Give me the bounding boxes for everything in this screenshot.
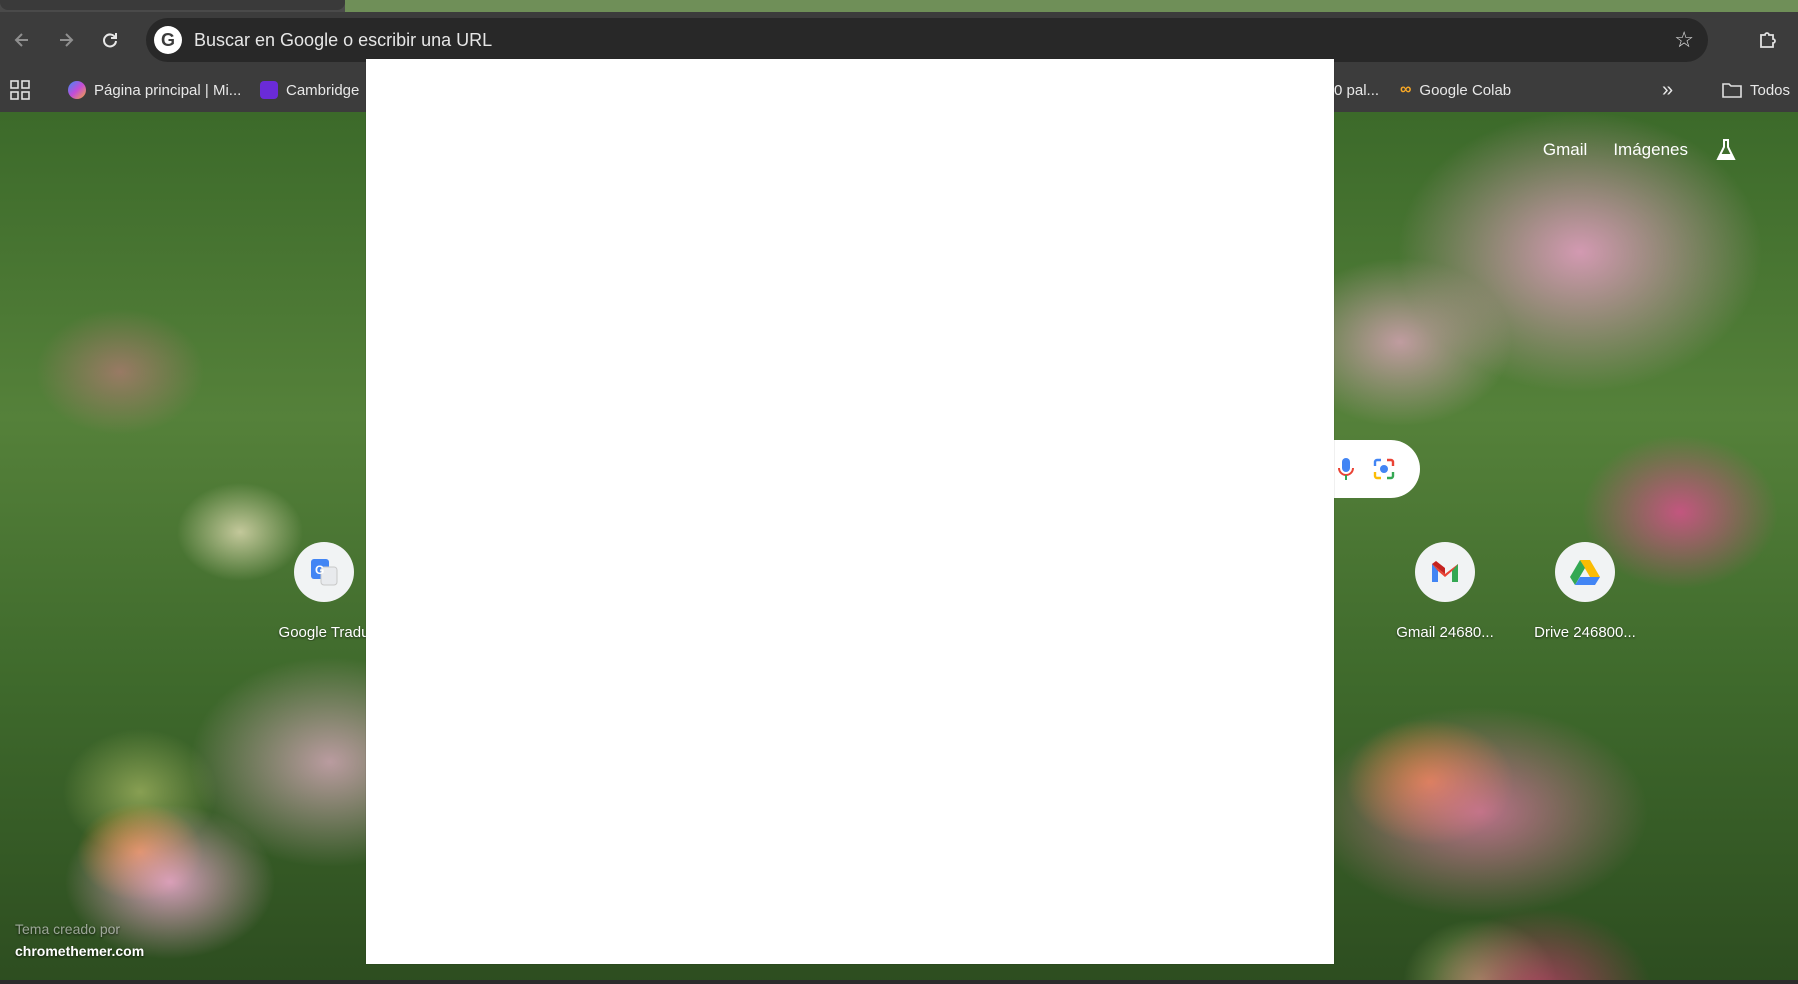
extensions-button[interactable] [1746,18,1790,62]
address-bar[interactable]: G Buscar en Google o escribir una URL ☆ [146,18,1708,62]
address-bar-placeholder[interactable]: Buscar en Google o escribir una URL [194,30,1674,51]
credit-line-1: Tema creado por [15,921,121,937]
shortcut-label: Google Tradu [278,624,370,641]
reload-button[interactable] [88,18,132,62]
shortcut-label: Gmail 24680... [1396,624,1494,641]
blank-overlay-panel [366,59,1334,964]
active-tab[interactable] [0,0,345,10]
theme-credit: Tema creado por chromethemer.com [15,918,144,962]
arrow-left-icon [14,33,28,47]
google-translate-icon: G [294,542,354,602]
shortcut-google-drive[interactable]: Drive 246800... [1529,542,1641,641]
tab-strip [0,0,1798,12]
folder-icon [1722,83,1742,98]
apps-grid-icon [10,80,30,100]
reload-icon [103,33,117,48]
gmail-icon [1415,542,1475,602]
bookmark-item[interactable]: Cambridge [260,68,359,112]
labs-flask-icon[interactable] [1714,138,1738,162]
window-bottom-edge [0,980,1798,984]
shortcut-label: Drive 246800... [1534,624,1636,641]
forward-button[interactable] [44,18,88,62]
shortcut-gmail[interactable]: Gmail 24680... [1389,542,1501,641]
bookmark-label: 0 pal... [1334,81,1380,99]
credit-link[interactable]: chromethemer.com [15,940,144,962]
colab-icon: ∞ [1400,81,1412,98]
google-top-links: Gmail Imágenes [1543,138,1738,162]
bookmark-star-icon[interactable]: ☆ [1674,27,1694,53]
cambridge-shield-icon [260,81,278,99]
bookmark-item[interactable]: 0 pal... [1334,68,1379,112]
all-bookmarks-label: Todos [1750,81,1791,99]
bookmark-item[interactable]: Página principal | Mi... [68,68,241,112]
arrow-right-icon [60,33,74,47]
google-lens-icon[interactable] [1372,457,1396,481]
bookmark-label: Cambridge [286,81,360,99]
shortcut-google-translate[interactable]: G Google Tradu [268,542,380,641]
microsoft-copilot-icon [68,81,86,99]
chevron-double-right-icon: » [1662,78,1674,101]
all-bookmarks-button[interactable]: Todos [1722,68,1790,112]
google-drive-icon [1555,542,1615,602]
images-link[interactable]: Imágenes [1613,140,1688,160]
svg-text:G: G [315,563,324,577]
puzzle-icon [1760,32,1776,48]
gmail-link[interactable]: Gmail [1543,140,1587,160]
more-bookmarks-button[interactable]: » [1662,68,1673,112]
microphone-icon[interactable] [1338,457,1354,481]
google-g-icon: G [154,26,182,54]
bookmark-item[interactable]: ∞ Google Colab [1400,68,1511,112]
bookmark-label: Página principal | Mi... [94,81,242,99]
apps-button[interactable] [10,68,30,112]
bookmark-label: Google Colab [1419,81,1512,99]
back-button[interactable] [0,18,44,62]
